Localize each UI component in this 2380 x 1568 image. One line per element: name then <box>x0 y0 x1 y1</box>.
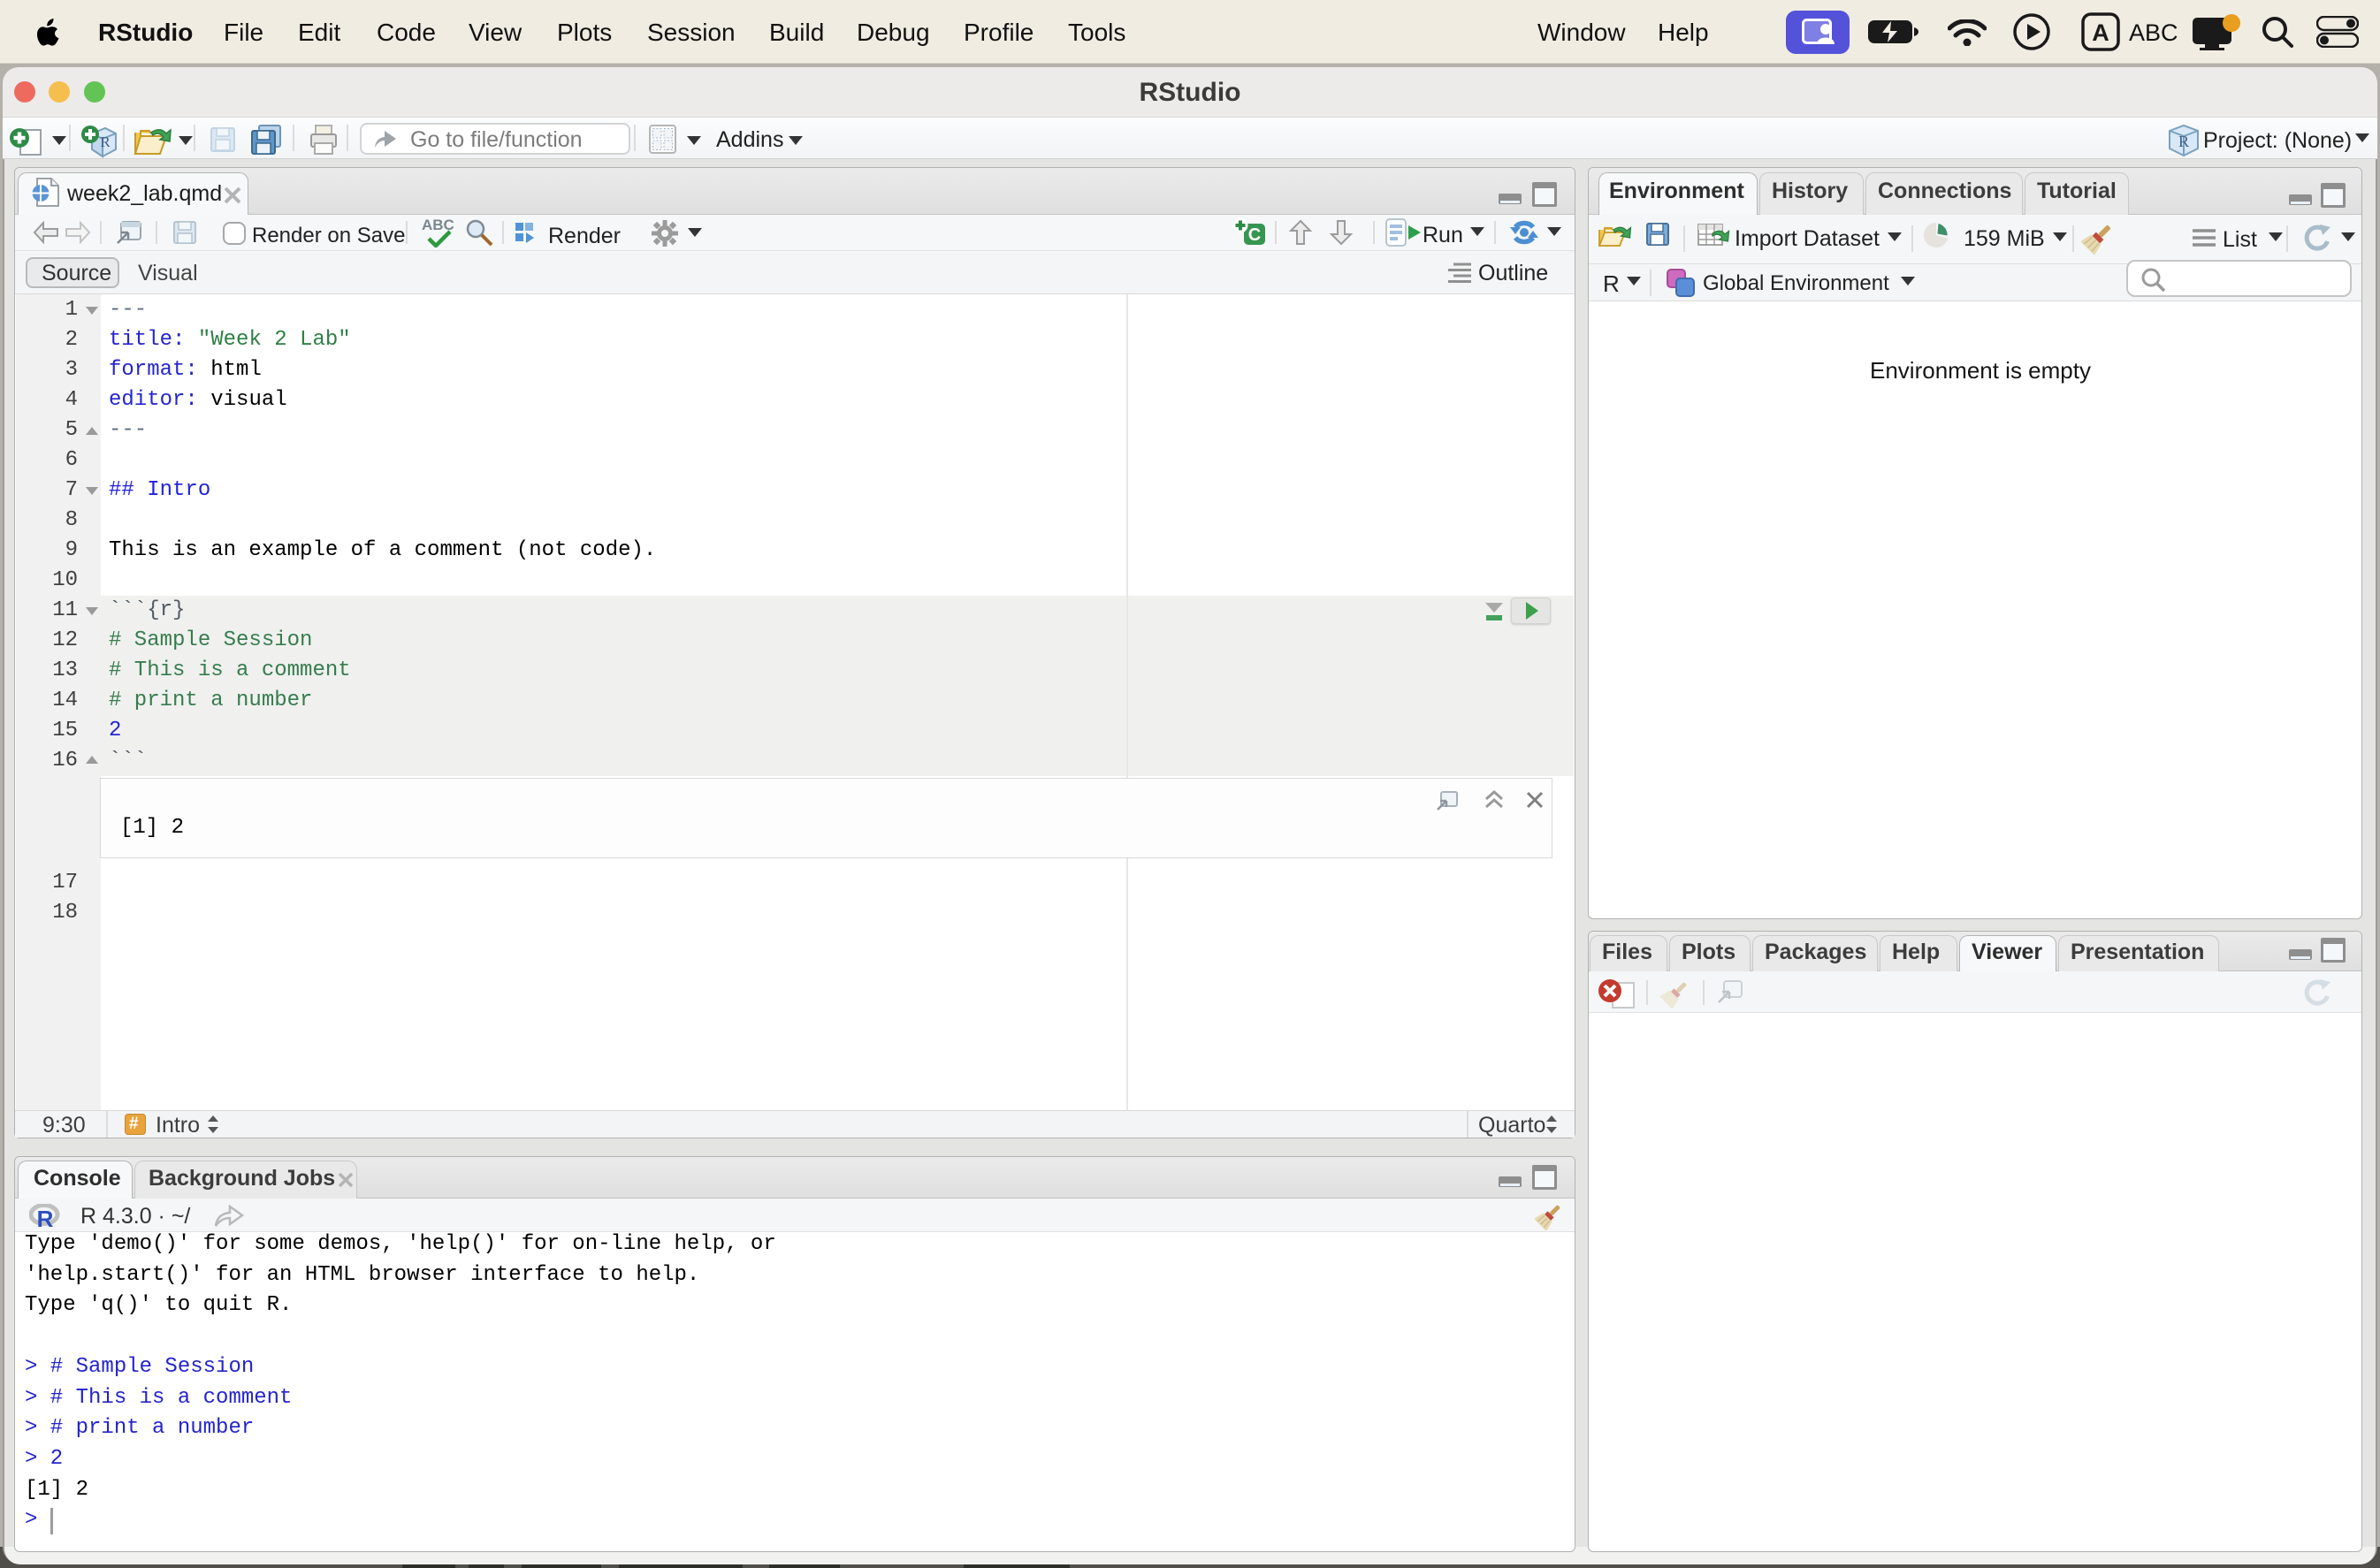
svg-text:R: R <box>37 1206 54 1230</box>
svg-text:R: R <box>100 133 111 150</box>
svg-text:C: C <box>1248 225 1261 245</box>
svg-text:A: A <box>2092 19 2109 46</box>
svg-text:R: R <box>2178 133 2189 150</box>
